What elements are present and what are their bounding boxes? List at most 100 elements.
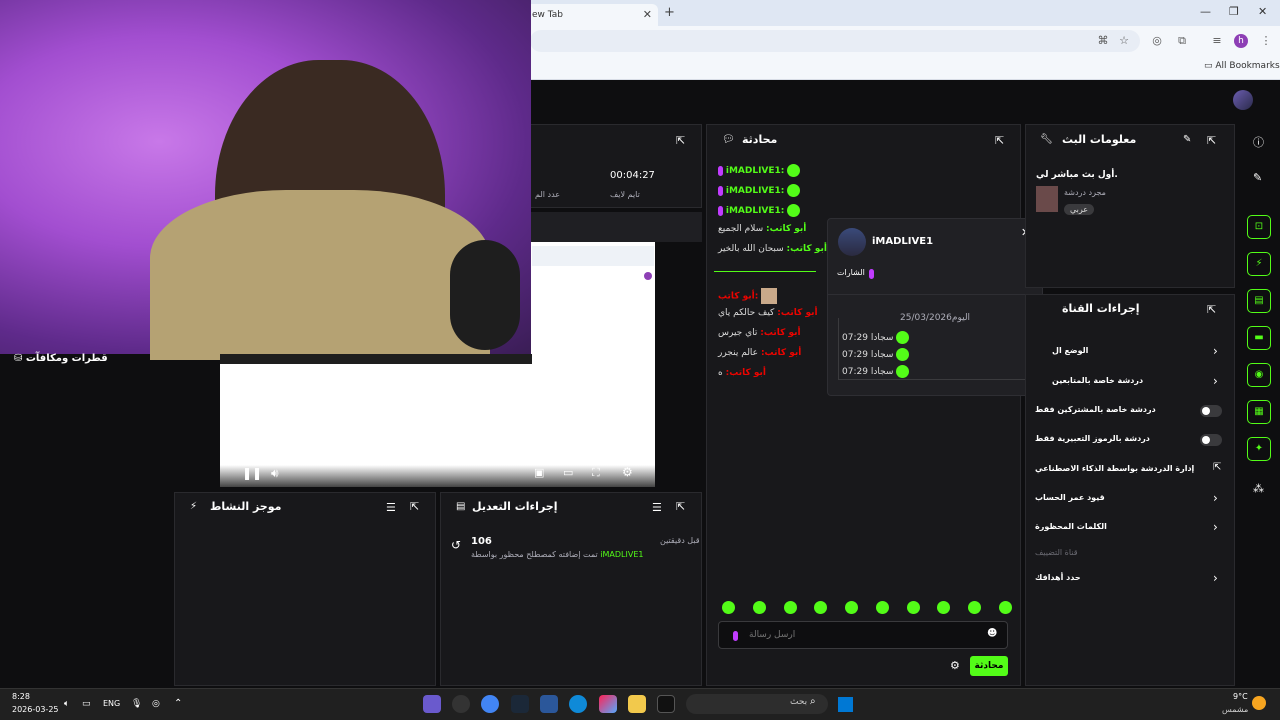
chat-username[interactable]: أبو كاتب: [777,308,817,318]
emote-icon[interactable] [845,601,859,614]
action-item-label[interactable]: الكلمات المحظورة [1035,522,1107,531]
chat-username[interactable]: أبو كاتب: [787,244,827,254]
chat-settings-icon[interactable]: ⚙ [950,659,960,672]
rail-more-icon[interactable]: ⁂ [1253,482,1264,495]
rail-bolt-icon[interactable]: ⚡︎ [1247,252,1271,276]
chat-username[interactable]: أبو كاتب: [766,224,806,234]
stream-info-expand-icon[interactable]: ⇱ [1207,134,1216,147]
pause-icon[interactable]: ❚❚ [242,466,262,480]
clock-time[interactable]: 8:28 [12,692,30,701]
emote-icon[interactable] [906,601,920,614]
drops-rewards-label[interactable]: ⛁ قطرات ومكافآت [14,353,108,364]
address-bar[interactable] [530,30,1140,52]
chat-username[interactable]: أبو كاتب: [726,368,766,378]
browser-tab[interactable]: ew Tab ✕ [526,4,658,26]
restore-icon[interactable]: ❐ [1229,5,1239,18]
edit-pencil-icon[interactable]: ✎ [1183,134,1191,145]
start-button-icon[interactable] [838,697,853,712]
mod-filter-icon[interactable]: ☰ [652,501,662,514]
translate-icon[interactable]: ⌘ [1096,34,1110,48]
media-icon[interactable]: ≡ [1210,34,1224,48]
rail-chat-icon[interactable]: ▬ [1247,326,1271,350]
volume-icon[interactable]: 🔊︎ [271,466,279,481]
chat-username[interactable]: iMADLIVE1: [726,186,785,196]
settings-icon[interactable]: ⚙ [622,465,633,479]
chat-username[interactable]: أبو كاتب: [761,348,801,358]
close-tab-icon[interactable]: ✕ [643,8,652,21]
taskbar-search-box[interactable]: بحث ⌕ [686,694,828,714]
chevron-right-icon[interactable]: › [1213,571,1218,585]
chat-username[interactable]: أبو كاتب: [760,328,800,338]
emote-icon[interactable] [752,601,766,614]
taskbar-app-chrome-icon[interactable] [481,695,499,713]
action-item-label[interactable]: قيود عمر الحساب [1035,493,1105,502]
profile-avatar[interactable]: h [1234,34,1248,48]
taskbar-app-steam-icon[interactable] [511,695,529,713]
send-chat-button[interactable]: محادثة [970,656,1008,676]
taskbar-app-explorer-icon[interactable] [628,695,646,713]
action-item-label[interactable]: إدارة الدردشة بواسطة الذكاء الاصطناعي [1035,464,1194,473]
chat-username[interactable]: أبو كاتب: [718,292,758,302]
chevron-right-icon[interactable]: › [1213,344,1218,358]
activity-filter-icon[interactable]: ☰ [386,501,396,514]
all-bookmarks-link[interactable]: ▭ All Bookmarks [1204,61,1280,71]
clock-date[interactable]: 2026-03-25 [12,705,59,714]
chat-username[interactable]: iMADLIVE1: [726,206,785,216]
taskbar-app-obs-icon[interactable] [452,695,470,713]
extension-globe-icon[interactable]: ◎ [1150,34,1164,48]
window-close-icon[interactable]: ✕ [1258,5,1267,18]
emote-icon[interactable] [722,601,735,614]
extensions-icon[interactable]: ⧉ [1175,34,1189,48]
chat-input-box[interactable]: ☻ [718,621,1008,649]
action-item-label[interactable]: دردشة خاصة بالمتابعين [1052,376,1143,385]
chevron-right-icon[interactable]: › [1213,374,1218,388]
chevron-right-icon[interactable]: › [1213,520,1218,534]
minimize-icon[interactable]: — [1200,5,1211,18]
bookmark-star-icon[interactable]: ☆ [1117,34,1131,48]
weather-sun-icon[interactable] [1252,696,1266,710]
theater-icon[interactable]: ▭ [563,466,573,479]
pip-icon[interactable]: ▣ [534,466,544,479]
activity-expand-icon[interactable]: ⇱ [410,500,419,513]
weather-condition[interactable]: مشمس [1222,705,1248,714]
rail-layout-icon[interactable]: ▦ [1247,400,1271,424]
emote-only-toggle[interactable] [1200,434,1222,446]
taskbar-app-terminal-icon[interactable] [657,695,675,713]
taskbar-app-edge-icon[interactable] [569,695,587,713]
new-tab-icon[interactable]: + [664,5,675,20]
emote-icon[interactable] [998,601,1012,614]
weather-temp[interactable]: 9°C [1233,692,1248,701]
rail-camera-icon[interactable]: ⊡ [1247,215,1271,239]
taskbar-app-store-icon[interactable] [540,695,558,713]
language-indicator[interactable]: ENG [103,699,120,708]
chevron-right-icon[interactable]: › [1213,491,1218,505]
expand-icon[interactable]: ⇱ [676,134,685,147]
chat-username[interactable]: iMADLIVE1: [726,166,785,176]
taskbar-app-copilot-icon[interactable] [599,695,617,713]
emote-icon[interactable] [937,601,951,614]
undo-icon[interactable]: ↺ [451,538,461,552]
network-icon[interactable]: ▭ [82,699,91,709]
rail-edit-icon[interactable]: ✎ [1253,171,1262,184]
info-icon[interactable]: ⓘ [1253,134,1264,150]
channel-actions-expand-icon[interactable]: ⇱ [1207,303,1216,316]
action-item-label[interactable]: الوضع ال [1052,346,1088,355]
menu-icon[interactable]: ⋮ [1259,34,1273,48]
mod-actor[interactable]: iMADLIVE1 [600,550,643,559]
emote-icon[interactable] [875,601,889,614]
subscribers-only-toggle[interactable] [1200,405,1222,417]
rail-broadcast-icon[interactable]: ◉ [1247,363,1271,387]
tray-overflow-icon[interactable]: ⌃ [174,698,182,709]
chat-expand-icon[interactable]: ⇱ [995,134,1004,147]
external-link-icon[interactable]: ⇱ [1213,462,1221,473]
taskbar-app-discord-icon[interactable] [423,695,441,713]
emote-icon[interactable] [814,601,828,614]
emote-icon[interactable] [968,601,982,614]
emoji-picker-icon[interactable]: ☻ [987,628,997,639]
user-avatar[interactable] [1233,90,1253,110]
chat-input[interactable] [749,626,979,644]
rail-wrench-icon[interactable]: ✦ [1247,437,1271,461]
speaker-icon[interactable]: 🔈︎ [64,699,69,709]
fullscreen-icon[interactable]: ⛶ [592,466,600,480]
tray-app-icon[interactable]: ◎ [152,699,160,709]
